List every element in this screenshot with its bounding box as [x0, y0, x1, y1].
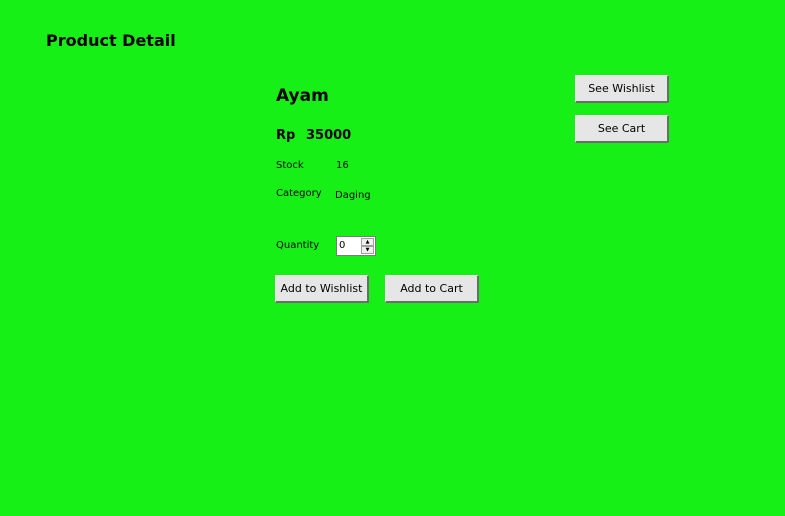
add-to-cart-button[interactable]: Add to Cart [385, 275, 479, 303]
spinner-down-arrow-icon[interactable]: ▼ [361, 246, 374, 254]
quantity-label: Quantity [276, 240, 320, 251]
quantity-spinner[interactable]: 0 ▲ ▼ [336, 236, 376, 256]
category-value: Daging [335, 190, 371, 201]
spinner-up-arrow-icon[interactable]: ▲ [361, 238, 374, 246]
see-cart-button[interactable]: See Cart [575, 115, 669, 143]
product-name: Ayam [276, 86, 329, 106]
category-label: Category [276, 188, 322, 199]
page-title: Product Detail [46, 31, 176, 50]
spinner-buttons: ▲ ▼ [361, 238, 374, 254]
price-value: 35000 [306, 128, 352, 143]
stock-label: Stock [276, 160, 304, 171]
stock-value: 16 [336, 160, 349, 171]
see-wishlist-button[interactable]: See Wishlist [575, 75, 669, 103]
add-to-wishlist-button[interactable]: Add to Wishlist [275, 275, 369, 303]
price-currency: Rp [276, 128, 296, 143]
quantity-value[interactable]: 0 [339, 240, 345, 251]
